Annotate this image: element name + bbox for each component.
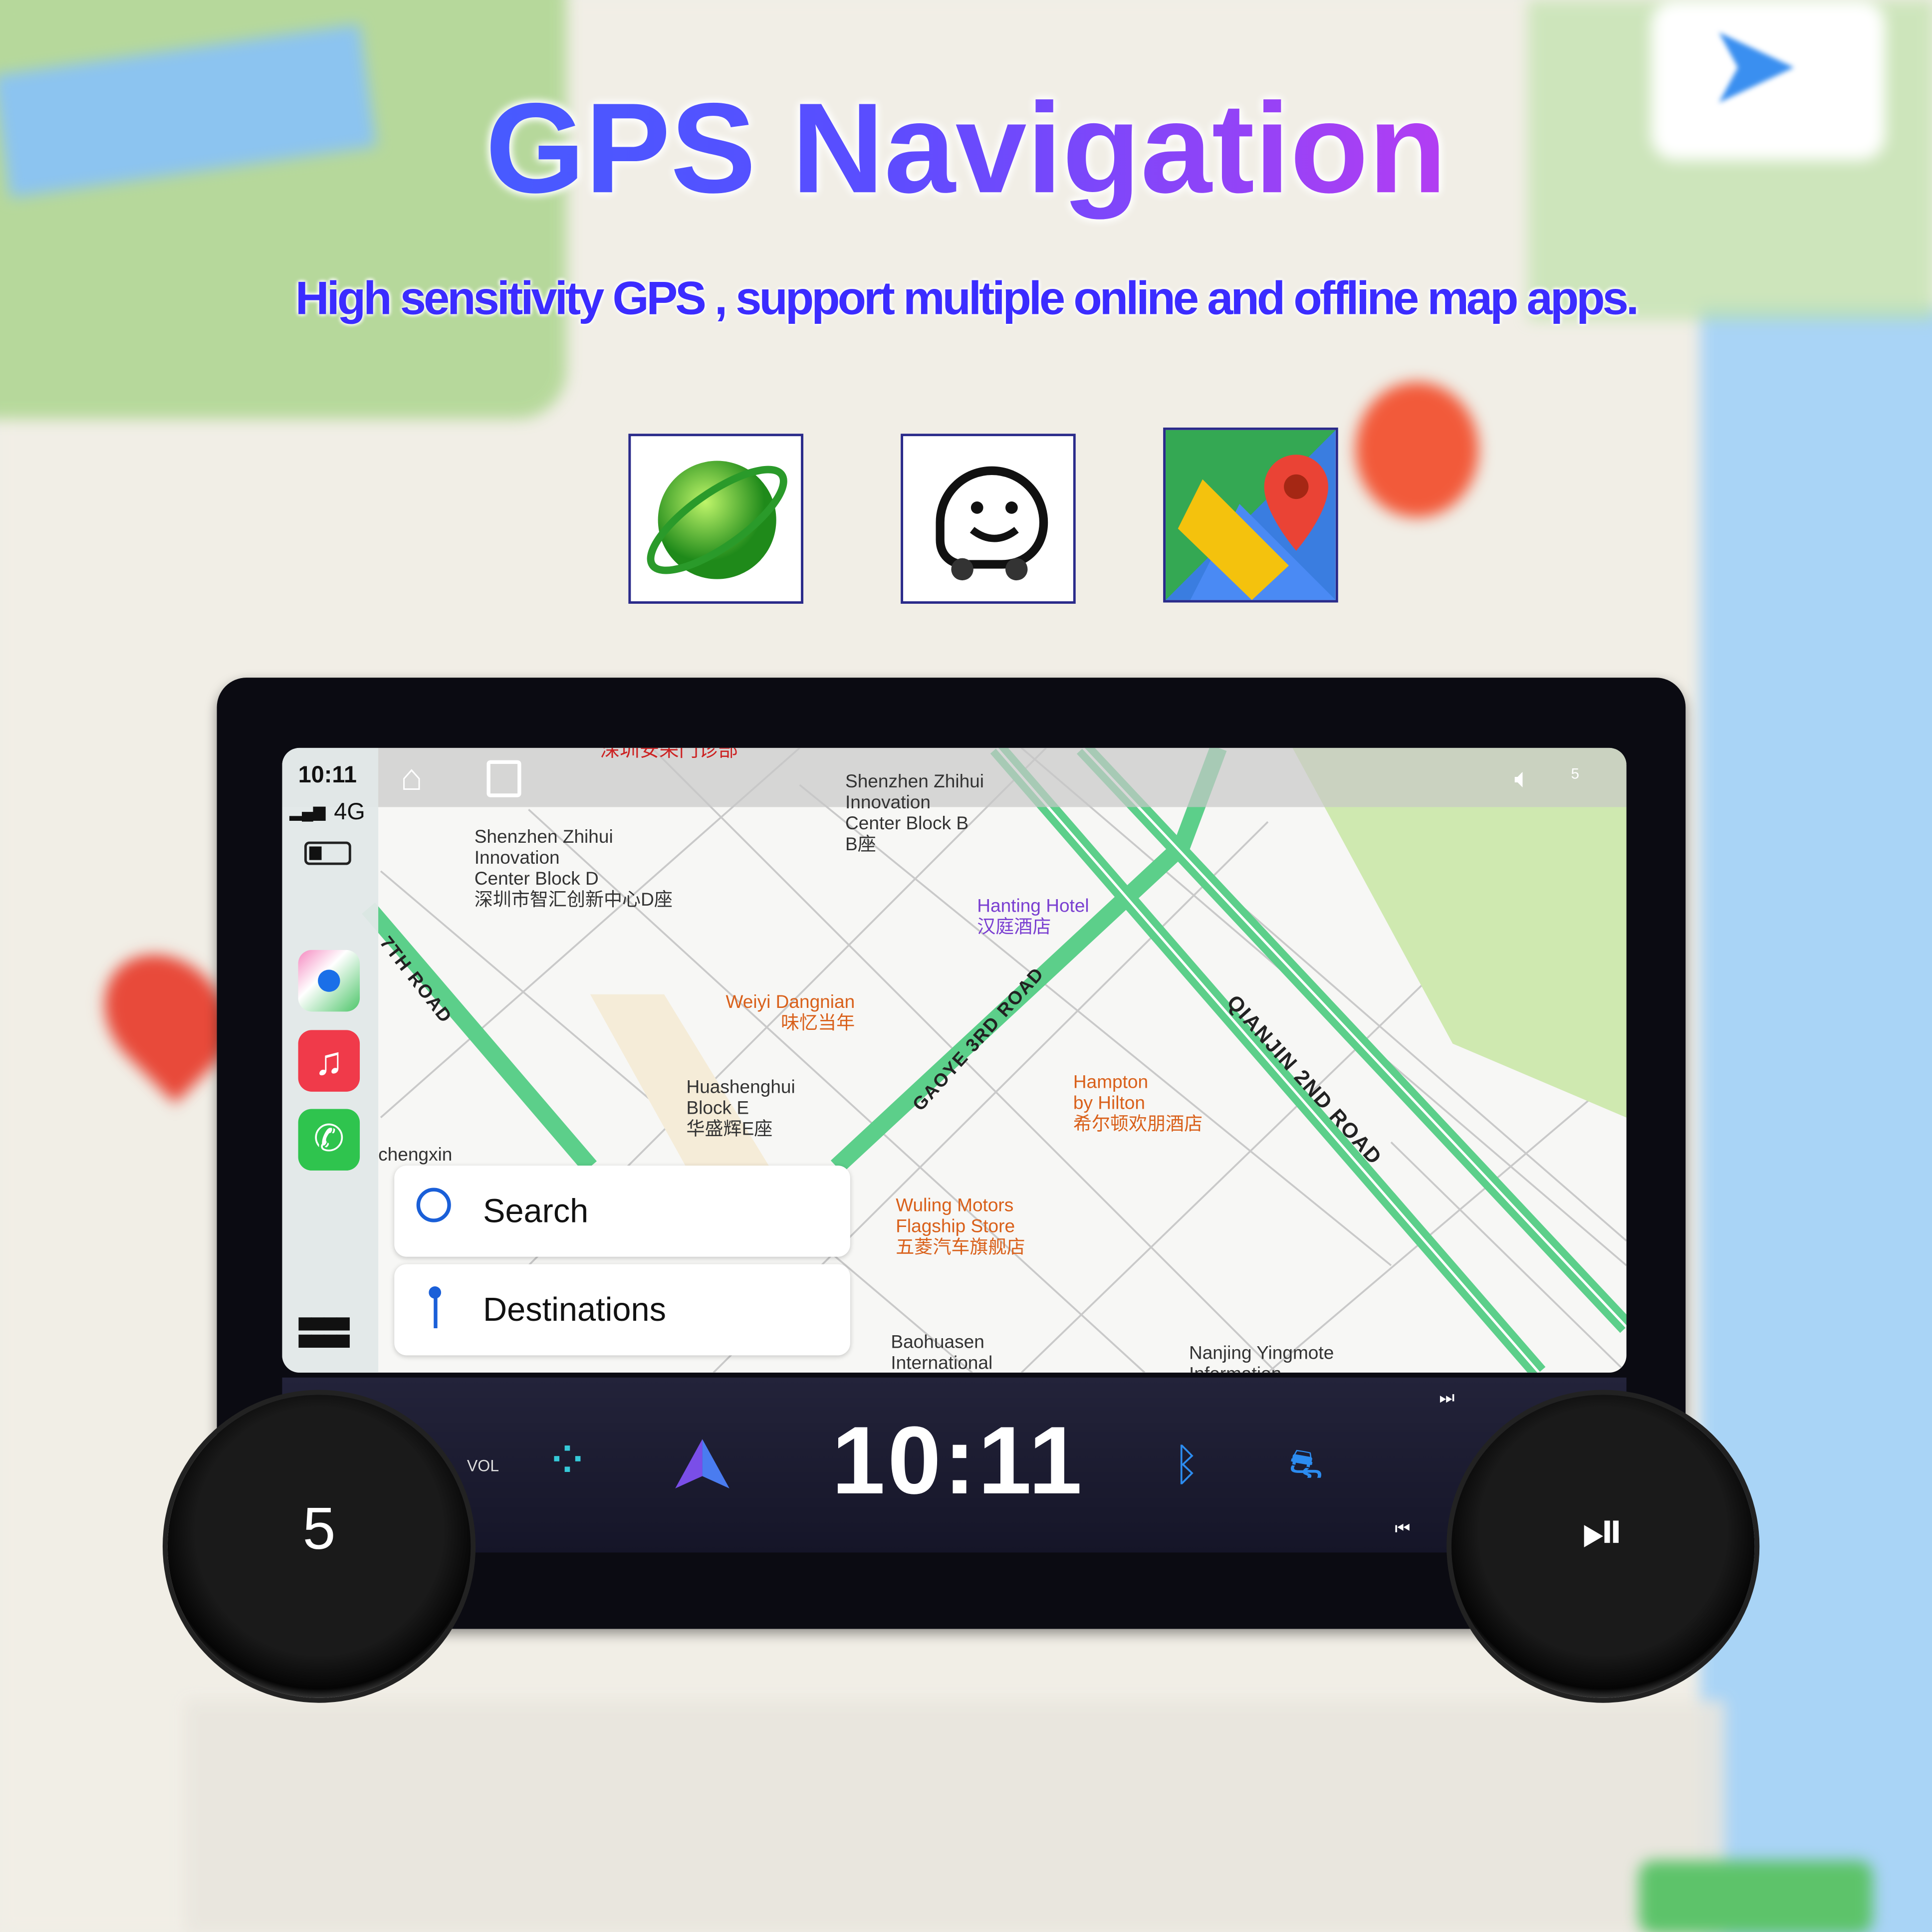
poi-label[interactable]: Nanjing YingmoteInformation [1189,1343,1334,1373]
battery-icon [304,841,351,865]
search-button[interactable]: Search [394,1166,850,1257]
poi-label[interactable]: Hampton by Hilton 希尔顿欢朋酒店 [1073,1072,1203,1135]
poi-label[interactable]: Weiyi Dangnian 味忆当年 [725,992,855,1034]
poi-label[interactable]: Wuling Motors Flagship Store 五菱汽车旗舰店 [896,1195,1025,1258]
river-area [1700,308,1932,1932]
destinations-label: Destinations [483,1291,666,1329]
maps-app-icon[interactable] [298,950,360,1012]
pin-icon [429,1286,442,1329]
app-icon-google-maps [1163,427,1338,603]
bluetooth-icon[interactable]: ᛒ [1173,1439,1200,1491]
play-pause-knob[interactable]: ⏯︎ [1451,1395,1755,1698]
prev-track-icon[interactable]: ⏮ [1395,1518,1410,1539]
app-icon-sygic [628,434,804,604]
poi-label[interactable]: Shenzhen Zhihui Innovation Center Block BB… [845,771,984,855]
signal-icon: ▂▄▆ [289,802,326,821]
map-pin-icon [1355,382,1479,518]
app-icon-waze [901,434,1076,604]
music-app-icon[interactable]: ♫ [298,1030,360,1092]
speaker-icon[interactable]: 🔈︎ [1514,763,1531,795]
play-pause-icon: ⏯︎ [1581,1500,1625,1561]
destinations-button[interactable]: Destinations [394,1264,850,1356]
volume-value: 5 [302,1497,336,1563]
carplay-dock: 10:11 ▂▄▆ 4G ♫ ✆ ■■■■ ■■■■ [282,747,379,1373]
page: ➤ GPS Navigation High sensitivity GPS , … [0,0,1932,1932]
bottom-clock: 10:11 [831,1406,1085,1514]
page-subtitle: High sensitivity GPS , support multiple … [295,273,1639,325]
volume-level: 5 [1571,765,1579,783]
navigation-icon[interactable] [675,1439,729,1491]
network-label: 4G [334,799,365,826]
reflection-badge [1639,1860,1873,1932]
home-icon[interactable]: ⌂ [401,758,423,800]
page-title: GPS Navigation [0,76,1932,223]
next-track-icon[interactable]: ⏭ [1439,1388,1454,1409]
search-label: Search [483,1193,589,1230]
app-grid-icon[interactable]: ■■■■ ■■■■ [297,1309,351,1354]
phone-app-icon[interactable]: ✆ [298,1109,360,1171]
map-label: 深圳安荣门诊部 [600,747,738,762]
poi-label[interactable]: Baohuasen International [891,1332,992,1372]
reflection [185,1700,1725,1932]
poi-label[interactable]: chengxin [378,1145,452,1166]
poi-label[interactable]: Huashenghui Block E 华盛辉E座 [686,1077,795,1140]
poi-label[interactable]: Hanting Hotel 汉庭酒店 [977,896,1089,938]
poi-label[interactable]: Shenzhen Zhihui Innovation Center Block D深… [475,827,673,911]
car-settings-icon[interactable]: ⛐ [1289,1442,1323,1492]
search-icon [416,1188,451,1222]
apps-grid-icon[interactable]: ⁘ [544,1434,590,1488]
vol-label: VOL [467,1456,499,1475]
clock: 10:11 [298,762,357,789]
volume-knob[interactable]: 5 [167,1395,471,1698]
windows-icon[interactable] [486,760,521,797]
